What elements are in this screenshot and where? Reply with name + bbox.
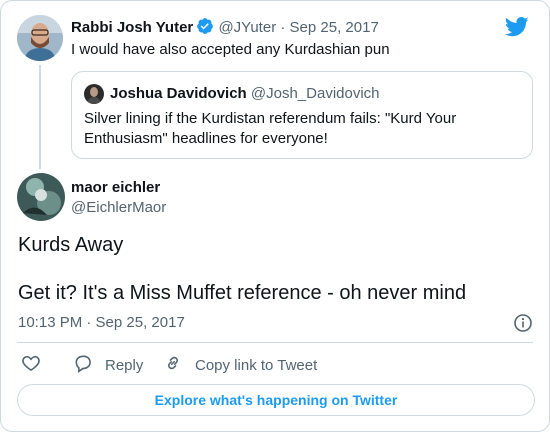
tweet-actions: Reply Copy link to Tweet xyxy=(19,353,539,377)
copy-link-button[interactable]: Copy link to Tweet xyxy=(163,353,317,377)
info-icon[interactable] xyxy=(513,313,533,333)
main-author-avatar[interactable] xyxy=(17,173,65,221)
quoted-author-handle: @Josh_Davidovich xyxy=(250,85,380,102)
reply-label: Reply xyxy=(105,356,144,374)
heart-icon xyxy=(21,353,53,377)
parent-author-handle[interactable]: @JYuter xyxy=(218,19,276,36)
main-tweet-timestamp[interactable]: 10:13 PM · Sep 25, 2017 xyxy=(18,313,185,333)
thread-connector-line xyxy=(39,65,41,169)
quoted-tweet[interactable]: Joshua Davidovich @Josh_Davidovich Silve… xyxy=(71,71,533,159)
divider xyxy=(17,342,533,343)
main-tweet-line-2: Get it? It's a Miss Muffet reference - o… xyxy=(18,282,467,304)
parent-tweet-text: I would have also accepted any Kurdashia… xyxy=(71,41,390,58)
quoted-author-name: Joshua Davidovich xyxy=(110,85,247,102)
separator-dot: · xyxy=(280,19,286,36)
embedded-tweet-card: Rabbi Josh Yuter @JYuter · Sep 25, 2017 … xyxy=(0,0,550,432)
quoted-tweet-text: Silver lining if the Kurdistan referendu… xyxy=(84,110,457,147)
explore-twitter-button[interactable]: Explore what's happening on Twitter xyxy=(17,384,535,416)
verified-badge-icon xyxy=(196,17,214,41)
parent-author-name[interactable]: Rabbi Josh Yuter xyxy=(71,19,193,36)
like-button[interactable] xyxy=(21,353,53,377)
quoted-author-avatar xyxy=(84,84,104,104)
parent-tweet-header: Rabbi Josh Yuter @JYuter · Sep 25, 2017 xyxy=(71,17,379,41)
reply-icon xyxy=(73,353,105,377)
quoted-tweet-header: Joshua Davidovich @Josh_Davidovich xyxy=(110,84,380,104)
main-tweet-line-1: Kurds Away xyxy=(18,234,124,256)
main-author-name[interactable]: maor eichler xyxy=(71,178,160,198)
parent-tweet-date[interactable]: Sep 25, 2017 xyxy=(290,19,379,36)
link-icon xyxy=(163,353,195,377)
main-tweet-text: Kurds Away Get it? It's a Miss Muffet re… xyxy=(18,233,534,305)
twitter-bird-icon[interactable] xyxy=(504,17,529,42)
parent-author-avatar[interactable] xyxy=(17,15,63,61)
main-tweet-author[interactable]: maor eichler @EichlerMaor xyxy=(17,173,537,223)
main-author-handle[interactable]: @EichlerMaor xyxy=(71,198,166,218)
copy-link-label: Copy link to Tweet xyxy=(195,356,318,374)
parent-tweet[interactable]: Rabbi Josh Yuter @JYuter · Sep 25, 2017 … xyxy=(17,13,533,69)
reply-button[interactable]: Reply xyxy=(73,353,143,377)
